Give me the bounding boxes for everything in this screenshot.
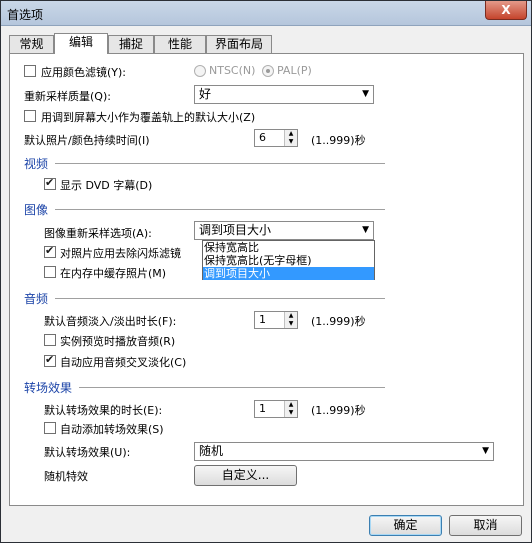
preview-audio-label: 实例预览时播放音频(R) (60, 335, 176, 348)
auto-crossfade-checkbox[interactable] (44, 353, 56, 367)
photo-duration-value: 6 (259, 131, 266, 144)
resample-quality-select[interactable]: 好 ▼ (194, 85, 374, 104)
tab-capture[interactable]: 捕捉 (108, 35, 154, 53)
spin-up-icon[interactable]: ▲ (285, 312, 297, 320)
transition-divider (79, 387, 385, 389)
transition-duration-label: 默认转场效果的时长(E): (44, 404, 163, 417)
default-transition-value: 随机 (199, 444, 224, 458)
window-title: 首选项 (7, 8, 44, 22)
color-filter-checkbox[interactable] (24, 65, 36, 77)
cache-photo-label: 在内存中缓存照片(M) (60, 267, 167, 280)
deflicker-checkbox[interactable] (44, 244, 56, 258)
cancel-button[interactable]: 取消 (449, 515, 522, 536)
spin-down-icon[interactable]: ▼ (285, 320, 297, 328)
tab-edit[interactable]: 编辑 (54, 33, 108, 54)
fade-duration-spinner[interactable]: 1 ▲ ▼ (254, 311, 298, 329)
spin-down-icon[interactable]: ▼ (285, 409, 297, 417)
auto-add-transition-label: 自动添加转场效果(S) (60, 423, 164, 436)
auto-add-transition-checkbox[interactable] (44, 422, 56, 434)
ntsc-radio[interactable] (194, 65, 206, 77)
resample-quality-label: 重新采样质量(Q): (24, 90, 111, 103)
image-divider (55, 209, 385, 211)
transition-duration-value: 1 (259, 402, 266, 415)
dropdown-option-selected[interactable]: 调到项目大小 (203, 267, 374, 280)
fade-duration-value: 1 (259, 313, 266, 326)
spin-up-icon[interactable]: ▲ (285, 401, 297, 409)
image-section-title: 图像 (24, 203, 49, 217)
spinner-buttons[interactable]: ▲ ▼ (284, 130, 297, 146)
dropdown-option[interactable]: 保持宽高比(无字母框) (203, 254, 374, 267)
tab-interface-layout[interactable]: 界面布局 (206, 35, 272, 53)
close-button[interactable]: X (485, 1, 527, 20)
fit-overlay-label: 用调到屏幕大小作为覆盖轨上的默认大小(Z) (41, 111, 256, 124)
color-filter-label: 应用颜色滤镜(Y): (41, 66, 127, 79)
pal-radio[interactable] (262, 65, 274, 77)
title-bar: 首选项 X (1, 1, 531, 26)
video-divider (55, 163, 385, 165)
image-resample-dropdown-list: 保持宽高比 保持宽高比(无字母框) 调到项目大小 (202, 240, 375, 280)
close-icon: X (501, 3, 511, 17)
transition-duration-range: (1..999)秒 (311, 404, 366, 417)
spin-up-icon[interactable]: ▲ (285, 130, 297, 138)
spinner-buttons[interactable]: ▲ ▼ (284, 312, 297, 328)
photo-duration-label: 默认照片/颜色持续时间(I) (24, 134, 150, 147)
ntsc-label: NTSC(N) (209, 64, 256, 77)
image-resample-label: 图像重新采样选项(A): (44, 227, 152, 240)
deflicker-label: 对照片应用去除闪烁滤镜 (60, 247, 181, 260)
audio-section-title: 音频 (24, 292, 49, 306)
dvd-subtitle-label: 显示 DVD 字幕(D) (60, 179, 153, 192)
tab-performance[interactable]: 性能 (154, 35, 206, 53)
photo-duration-range: (1..999)秒 (311, 134, 366, 147)
fade-duration-range: (1..999)秒 (311, 315, 366, 328)
photo-duration-spinner[interactable]: 6 ▲ ▼ (254, 129, 298, 147)
preferences-dialog: 首选项 X 常规 编辑 捕捉 性能 界面布局 应用颜色滤镜(Y): NTSC(N… (0, 0, 532, 543)
default-transition-select[interactable]: 随机 ▼ (194, 442, 494, 461)
customize-button[interactable]: 自定义... (194, 465, 297, 486)
random-effects-label: 随机特效 (44, 470, 88, 483)
fade-duration-label: 默认音频淡入/淡出时长(F): (44, 315, 177, 328)
spin-down-icon[interactable]: ▼ (285, 138, 297, 146)
pal-label: PAL(P) (277, 64, 312, 77)
image-resample-value: 调到项目大小 (199, 223, 272, 237)
dvd-subtitle-checkbox[interactable] (44, 176, 56, 190)
image-resample-select[interactable]: 调到项目大小 ▼ (194, 221, 374, 240)
auto-crossfade-label: 自动应用音频交叉淡化(C) (60, 356, 187, 369)
default-transition-label: 默认转场效果(U): (44, 446, 131, 459)
tab-general[interactable]: 常规 (9, 35, 54, 53)
transition-section-title: 转场效果 (24, 381, 73, 395)
audio-divider (55, 298, 385, 300)
cache-photo-checkbox[interactable] (44, 266, 56, 278)
spinner-buttons[interactable]: ▲ ▼ (284, 401, 297, 417)
chevron-down-icon: ▼ (362, 89, 369, 99)
chevron-down-icon: ▼ (482, 446, 489, 456)
fit-overlay-checkbox[interactable] (24, 110, 36, 122)
video-section-title: 视频 (24, 157, 49, 171)
transition-duration-spinner[interactable]: 1 ▲ ▼ (254, 400, 298, 418)
resample-quality-value: 好 (199, 87, 212, 101)
preview-audio-checkbox[interactable] (44, 334, 56, 346)
chevron-down-icon: ▼ (362, 225, 369, 235)
dropdown-option[interactable]: 保持宽高比 (203, 241, 374, 254)
ok-button[interactable]: 确定 (369, 515, 442, 536)
